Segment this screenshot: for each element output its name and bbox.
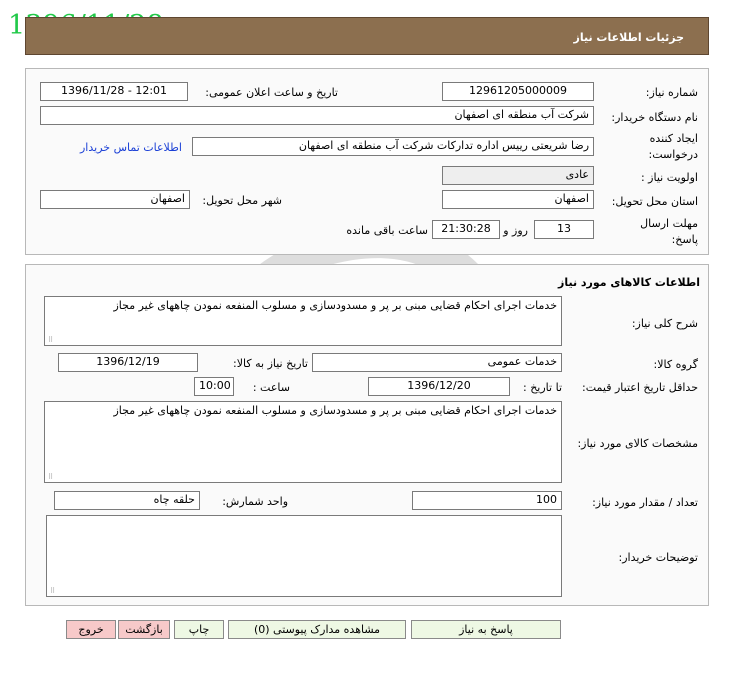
time-left-field: 21:30:28: [432, 220, 500, 239]
qty-field: 100: [412, 491, 562, 510]
goods-section-title: اطلاعات کالاهای مورد نیاز: [558, 276, 700, 289]
summary-text: خدمات اجرای احکام قضایی مبنی بر پر و مسد…: [113, 299, 557, 312]
resize-grip-icon[interactable]: ⠿: [50, 587, 55, 595]
creator-field: رضا شریعتی رییس اداره تدارکات شرکت آب من…: [192, 137, 594, 156]
city-label: شهر محل تحویل:: [202, 194, 282, 207]
creator-label-1: ایجاد کننده: [649, 132, 698, 145]
need-number-label: شماره نیاز:: [645, 86, 698, 99]
announce-field: 1396/11/28 - 12:01: [40, 82, 188, 101]
resize-grip-icon[interactable]: ⠿: [48, 473, 53, 481]
until-date-field: 1396/12/20: [368, 377, 510, 396]
exit-button[interactable]: خروج: [66, 620, 116, 639]
priority-field: عادی: [442, 166, 594, 185]
days-suffix: روز و: [503, 224, 528, 237]
resize-grip-icon[interactable]: ⠿: [48, 336, 53, 344]
buyer-notes-label: توضیحات خریدار:: [618, 551, 699, 564]
creator-label-2: درخواست:: [648, 148, 698, 161]
province-label: استان محل تحویل:: [611, 195, 698, 208]
attachments-button[interactable]: مشاهده مدارک پیوستی (0): [228, 620, 406, 639]
unit-field: حلقه چاه: [54, 491, 200, 510]
announce-label: تاریخ و ساعت اعلان عمومی:: [205, 86, 338, 99]
contact-buyer-link[interactable]: اطلاعات تماس خریدار: [80, 141, 182, 154]
specs-text: خدمات اجرای احکام قضایی مبنی بر پر و مسد…: [113, 404, 557, 417]
need-date-field: 1396/12/19: [58, 353, 198, 372]
print-button[interactable]: چاپ: [174, 620, 224, 639]
time-field: 10:00: [194, 377, 234, 396]
province-field: اصفهان: [442, 190, 594, 209]
buyer-org-field: شرکت آب منطقه ای اصفهان: [40, 106, 594, 125]
qty-label: تعداد / مقدار مورد نیاز:: [592, 496, 698, 509]
until-date-label: تا تاریخ :: [523, 381, 562, 394]
days-field: 13: [534, 220, 594, 239]
buyer-notes-field[interactable]: ⠿: [46, 515, 562, 597]
unit-label: واحد شمارش:: [222, 495, 288, 508]
specs-label: مشخصات کالای مورد نیاز:: [577, 437, 698, 450]
buyer-org-label: نام دستگاه خریدار:: [611, 111, 698, 124]
back-button[interactable]: بازگشت: [118, 620, 170, 639]
time-left-suffix: ساعت باقی مانده: [346, 224, 428, 237]
min-validity-label: حداقل تاریخ اعتبار قیمت:: [582, 381, 698, 394]
group-label: گروه کالا:: [653, 358, 698, 371]
need-number-field: 12961205000009: [442, 82, 594, 101]
deadline-label-1: مهلت ارسال: [640, 217, 698, 230]
summary-label: شرح کلی نیاز:: [631, 317, 698, 330]
specs-field: خدمات اجرای احکام قضایی مبنی بر پر و مسد…: [44, 401, 562, 483]
deadline-label-2: پاسخ:: [671, 233, 698, 246]
need-date-label: تاریخ نیاز به کالا:: [233, 357, 308, 370]
header-bar: جزئیات اطلاعات نیاز: [25, 17, 709, 55]
city-field: اصفهان: [40, 190, 190, 209]
time-label: ساعت :: [252, 381, 290, 394]
group-field: خدمات عمومی: [312, 353, 562, 372]
priority-label: اولویت نیاز :: [640, 171, 698, 184]
reply-button[interactable]: پاسخ به نیاز: [411, 620, 561, 639]
page-title: جزئیات اطلاعات نیاز: [573, 31, 685, 44]
summary-field: خدمات اجرای احکام قضایی مبنی بر پر و مسد…: [44, 296, 562, 346]
